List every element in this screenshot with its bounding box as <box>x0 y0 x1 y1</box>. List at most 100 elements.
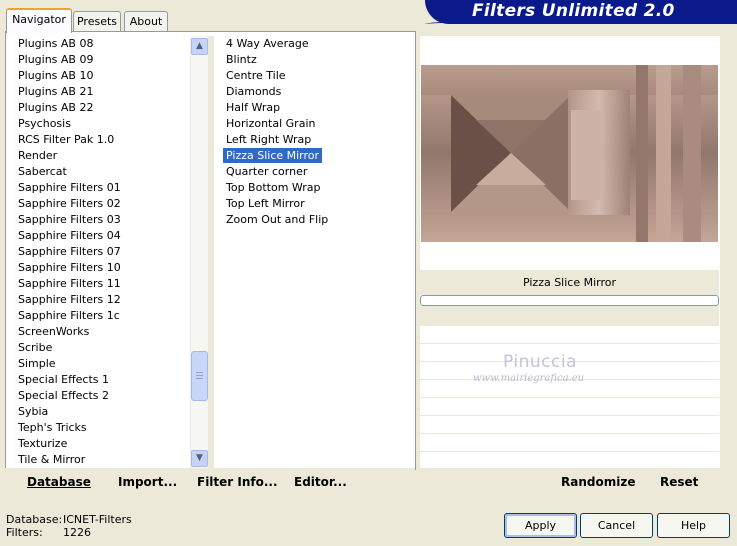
divider-line <box>420 433 719 434</box>
divider-line <box>420 451 719 452</box>
category-item-label: Sabercat <box>18 165 67 178</box>
divider-line <box>420 343 719 344</box>
apply-button[interactable]: Apply <box>504 513 577 538</box>
watermark-site: www.mairiegrafica.eu <box>473 373 585 384</box>
tab-navigator[interactable]: Navigator <box>6 8 72 33</box>
reset-button[interactable]: Reset <box>660 475 698 489</box>
filter-item[interactable]: Zoom Out and Flip <box>215 212 410 228</box>
category-item[interactable]: Sapphire Filters 1c <box>9 308 189 324</box>
category-item-label: Simple <box>18 357 56 370</box>
category-item[interactable]: Scribe <box>9 340 189 356</box>
category-item-label: Plugins AB 21 <box>18 85 94 98</box>
scroll-up-button[interactable]: ▲ <box>191 38 208 55</box>
filter-list[interactable]: 4 Way Average Blintz Centre Tile Diamonds Ha… <box>215 36 410 468</box>
filters-label: Filters: <box>6 526 43 539</box>
filter-item[interactable]: Blintz <box>215 52 410 68</box>
category-item[interactable]: Sapphire Filters 03 <box>9 212 189 228</box>
filter-item[interactable]: Half Wrap <box>215 100 410 116</box>
category-list[interactable]: Plugins AB 08 Plugins AB 09 Plugins AB 10 P… <box>9 36 189 468</box>
category-item[interactable]: Teph's Tricks <box>9 420 189 436</box>
category-item-label: Special Effects 1 <box>18 373 110 386</box>
filter-item-label: Blintz <box>226 53 257 66</box>
category-item-label: Sapphire Filters 1c <box>18 309 120 322</box>
category-item-label: Sapphire Filters 10 <box>18 261 121 274</box>
category-item-label: Plugins AB 22 <box>18 101 94 114</box>
category-item[interactable]: Sapphire Filters 11 <box>9 276 189 292</box>
database-button[interactable]: Database <box>27 475 91 489</box>
category-item[interactable]: Plugins AB 09 <box>9 52 189 68</box>
editor-button[interactable]: Editor... <box>294 475 347 489</box>
category-item[interactable]: Special Effects 2 <box>9 388 189 404</box>
filter-item[interactable]: Top Left Mirror <box>215 196 410 212</box>
divider-line <box>420 397 719 398</box>
category-item-label: Sapphire Filters 12 <box>18 293 121 306</box>
list-divider <box>208 36 214 468</box>
filter-item[interactable]: Centre Tile <box>215 68 410 84</box>
category-item[interactable]: Sabercat <box>9 164 189 180</box>
filter-item-label: Quarter corner <box>226 165 308 178</box>
scroll-down-button[interactable]: ▼ <box>191 450 208 467</box>
filter-info-button[interactable]: Filter Info... <box>197 475 278 489</box>
category-item[interactable]: Sapphire Filters 12 <box>9 292 189 308</box>
category-item[interactable]: Render <box>9 148 189 164</box>
category-item[interactable]: Sapphire Filters 07 <box>9 244 189 260</box>
banner-swoosh <box>425 20 737 30</box>
help-button[interactable]: Help <box>657 513 730 538</box>
category-scrollbar[interactable]: ▲ ▼ <box>190 36 208 468</box>
filter-item[interactable]: Left Right Wrap <box>215 132 410 148</box>
filter-item-label: Zoom Out and Flip <box>226 213 329 226</box>
category-item[interactable]: Simple <box>9 356 189 372</box>
category-item-label: RCS Filter Pak 1.0 <box>18 133 115 146</box>
filter-item-label: Centre Tile <box>226 69 286 82</box>
category-item-label: Sapphire Filters 11 <box>18 277 121 290</box>
category-item[interactable]: RCS Filter Pak 1.0 <box>9 132 189 148</box>
watermark-name: Pinuccia <box>503 352 577 372</box>
category-item[interactable]: Sapphire Filters 02 <box>9 196 189 212</box>
tab-presets[interactable]: Presets <box>73 11 121 31</box>
filter-item[interactable]: Top Bottom Wrap <box>215 180 410 196</box>
category-item-label: Plugins AB 08 <box>18 37 94 50</box>
app-title: Filters Unlimited 2.0 <box>472 1 675 21</box>
filter-item-label: Diamonds <box>226 85 282 98</box>
category-item[interactable]: Texturize <box>9 436 189 452</box>
category-item[interactable]: Tile & Mirror <box>9 452 189 468</box>
filter-item[interactable]: Pizza Slice Mirror <box>215 148 410 164</box>
window-edge <box>720 30 737 500</box>
scroll-thumb[interactable] <box>191 351 208 401</box>
filter-item[interactable]: Quarter corner <box>215 164 410 180</box>
filter-item-label: Horizontal Grain <box>226 117 316 130</box>
database-value: ICNET-Filters <box>63 513 132 526</box>
preview-caption: Pizza Slice Mirror <box>420 270 719 295</box>
status-database: Database: ICNET-Filters <box>6 513 132 526</box>
category-item[interactable]: ScreenWorks <box>9 324 189 340</box>
preview-image <box>421 65 718 242</box>
category-item[interactable]: Special Effects 1 <box>9 372 189 388</box>
category-item-label: Sybia <box>18 405 49 418</box>
filter-item[interactable]: Horizontal Grain <box>215 116 410 132</box>
filter-item-label: Top Bottom Wrap <box>226 181 321 194</box>
category-item[interactable]: Psychosis <box>9 116 189 132</box>
randomize-button[interactable]: Randomize <box>561 475 635 489</box>
preview-strip <box>420 306 719 326</box>
filter-item[interactable]: 4 Way Average <box>215 36 410 52</box>
category-item[interactable]: Plugins AB 10 <box>9 68 189 84</box>
category-item-label: Plugins AB 09 <box>18 53 94 66</box>
category-item-label: Plugins AB 10 <box>18 69 94 82</box>
filter-item[interactable]: Diamonds <box>215 84 410 100</box>
category-item[interactable]: Plugins AB 08 <box>9 36 189 52</box>
import-button[interactable]: Import... <box>118 475 177 489</box>
category-item[interactable]: Plugins AB 21 <box>9 84 189 100</box>
category-item[interactable]: Sybia <box>9 404 189 420</box>
category-item[interactable]: Sapphire Filters 04 <box>9 228 189 244</box>
filter-item-label: Pizza Slice Mirror <box>223 148 323 163</box>
category-item[interactable]: Sapphire Filters 01 <box>9 180 189 196</box>
category-item[interactable]: Sapphire Filters 10 <box>9 260 189 276</box>
divider-line <box>420 415 719 416</box>
category-item-label: Sapphire Filters 01 <box>18 181 121 194</box>
category-item-label: Texturize <box>18 437 68 450</box>
category-item[interactable]: Plugins AB 22 <box>9 100 189 116</box>
tab-about[interactable]: About <box>124 11 168 31</box>
cancel-button[interactable]: Cancel <box>580 513 653 538</box>
filter-item-label: Top Left Mirror <box>226 197 305 210</box>
category-item-label: Tile & Mirror <box>18 453 86 466</box>
